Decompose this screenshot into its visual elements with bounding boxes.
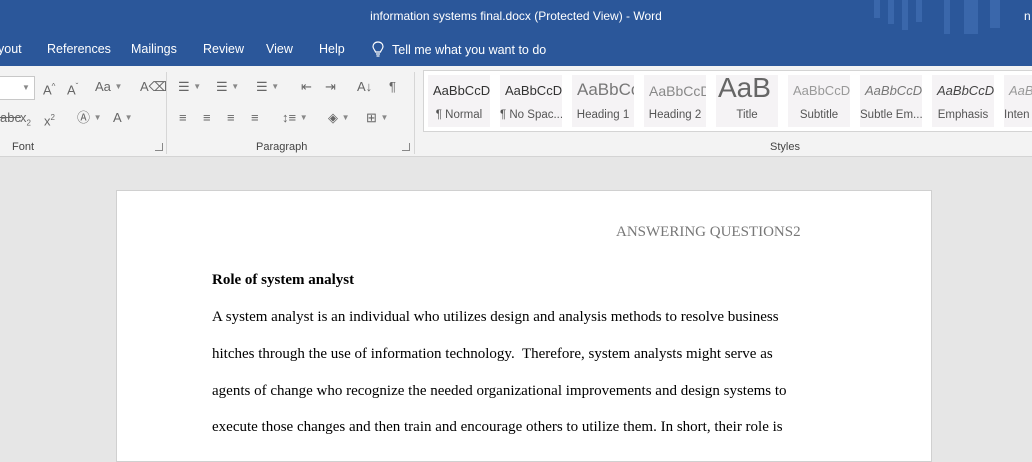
text-effects-icon[interactable]: Ⓐ ▼	[77, 110, 102, 126]
title-pattern	[944, 0, 950, 34]
tell-me-label: Tell me what you want to do	[392, 43, 547, 57]
title-pattern	[964, 0, 978, 38]
paragraph-line: hitches through the use of information t…	[212, 346, 773, 362]
ribbon: ▼ A^ Aˇ Aa ▼ A⌫ abc x2 x2 Ⓐ ▼ A ▼ Font ☰…	[0, 66, 1032, 157]
paragraph-line: agents of change who recognize the neede…	[212, 383, 787, 399]
style-sample: AaBbCcDc	[865, 83, 922, 98]
style-name: Subtitle	[799, 109, 839, 121]
title-pattern	[902, 0, 908, 30]
shading-icon[interactable]: ◈ ▼	[328, 110, 350, 126]
borders-icon[interactable]: ⊞ ▼	[366, 110, 388, 126]
title-pattern	[874, 0, 880, 18]
font-dialog-launcher[interactable]	[155, 143, 163, 151]
style-no-spacing[interactable]: AaBbCcDc ¶ No Spac...	[500, 75, 562, 127]
font-group-label: Font	[12, 141, 35, 153]
paragraph-group-label: Paragraph	[256, 141, 308, 153]
numbering-icon[interactable]: ☰ ▼	[216, 79, 239, 95]
document-page[interactable]: ANSWERING QUESTIONS2 Role of system anal…	[116, 190, 932, 462]
page-header: ANSWERING QUESTIONS2	[616, 224, 801, 240]
multilevel-list-icon[interactable]: ☰ ▼	[256, 79, 279, 95]
style-intense-emphasis[interactable]: AaBbCcDc Inten	[1004, 75, 1032, 127]
style-name: Subtle Em...	[860, 109, 922, 121]
style-subtitle[interactable]: AaBbCcD Subtitle	[788, 75, 850, 127]
style-emphasis[interactable]: AaBbCcDc Emphasis	[932, 75, 994, 127]
strikethrough-icon[interactable]: abc	[0, 110, 21, 126]
group-divider	[166, 72, 167, 154]
styles-group-label: Styles	[770, 141, 800, 153]
paragraph-line: execute those changes and then train and…	[212, 419, 783, 435]
tab-help[interactable]: Help	[319, 42, 345, 56]
style-name: ¶ No Spac...	[500, 109, 562, 121]
grow-font-icon[interactable]: A^	[43, 79, 55, 98]
style-sample: AaBbCc	[577, 80, 634, 99]
style-name: Heading 2	[648, 109, 702, 121]
line-spacing-icon[interactable]: ↕≡ ▼	[282, 110, 308, 126]
clear-formatting-icon[interactable]: A⌫	[140, 79, 167, 95]
style-sample: AaBbCcD	[793, 83, 850, 98]
style-heading-2[interactable]: AaBbCcD Heading 2	[644, 75, 706, 127]
styles-gallery: AaBbCcDc ¶ Normal AaBbCcDc ¶ No Spac... …	[423, 70, 1032, 132]
style-name: ¶ Normal	[435, 109, 483, 121]
style-name: Title	[736, 109, 758, 121]
title-pattern	[990, 0, 1000, 28]
font-color-icon[interactable]: A ▼	[113, 110, 133, 126]
lightbulb-icon	[372, 41, 384, 57]
style-sample: AaBbCcDc	[937, 83, 994, 98]
justify-icon[interactable]: ≡	[251, 110, 259, 126]
chevron-down-icon: ▼	[22, 83, 30, 92]
font-size-combo[interactable]: ▼	[0, 76, 35, 100]
style-sample: AaBbCcDc	[433, 83, 490, 98]
style-normal[interactable]: AaBbCcDc ¶ Normal	[428, 75, 490, 127]
style-name: Emphasis	[937, 109, 989, 121]
paragraph-line: A system analyst is an individual who ut…	[212, 309, 779, 325]
tab-mailings[interactable]: Mailings	[131, 42, 177, 56]
style-name: Inten	[1004, 109, 1030, 121]
style-subtle-emphasis[interactable]: AaBbCcDc Subtle Em...	[860, 75, 922, 127]
user-initial[interactable]: n	[1024, 9, 1031, 23]
ribbon-tabs: yout References Mailings Review View Hel…	[0, 34, 1032, 66]
style-sample: AaB	[718, 75, 771, 103]
tab-review[interactable]: Review	[203, 42, 244, 56]
bullets-icon[interactable]: ☰ ▼	[178, 79, 201, 95]
style-name: Heading 1	[576, 109, 630, 121]
title-bar: information systems final.docx (Protecte…	[0, 0, 1032, 38]
style-sample: AaBbCcDc	[1009, 83, 1032, 98]
style-title[interactable]: AaB Title	[716, 75, 778, 127]
group-divider	[414, 72, 415, 154]
tell-me-search[interactable]: Tell me what you want to do	[372, 41, 546, 57]
style-sample: AaBbCcD	[649, 83, 706, 99]
style-heading-1[interactable]: AaBbCc Heading 1	[572, 75, 634, 127]
style-sample: AaBbCcDc	[505, 83, 562, 98]
increase-indent-icon[interactable]: ⇥	[325, 79, 336, 95]
section-heading: Role of system analyst	[212, 272, 355, 288]
title-pattern	[916, 0, 922, 22]
decrease-indent-icon[interactable]: ⇤	[301, 79, 312, 95]
tab-references[interactable]: References	[47, 42, 111, 56]
align-center-icon[interactable]: ≡	[203, 110, 211, 126]
show-marks-icon[interactable]: ¶	[389, 79, 396, 95]
tab-layout[interactable]: yout	[0, 42, 22, 56]
align-right-icon[interactable]: ≡	[227, 110, 235, 126]
sort-icon[interactable]: A↓	[357, 79, 372, 95]
paragraph-dialog-launcher[interactable]	[402, 143, 410, 151]
title-pattern	[888, 0, 894, 24]
change-case-icon[interactable]: Aa ▼	[95, 79, 122, 95]
align-left-icon[interactable]: ≡	[179, 110, 187, 126]
superscript-icon[interactable]: x2	[44, 110, 55, 129]
tab-view[interactable]: View	[266, 42, 293, 56]
shrink-font-icon[interactable]: Aˇ	[67, 79, 78, 98]
subscript-icon[interactable]: x2	[20, 110, 31, 132]
